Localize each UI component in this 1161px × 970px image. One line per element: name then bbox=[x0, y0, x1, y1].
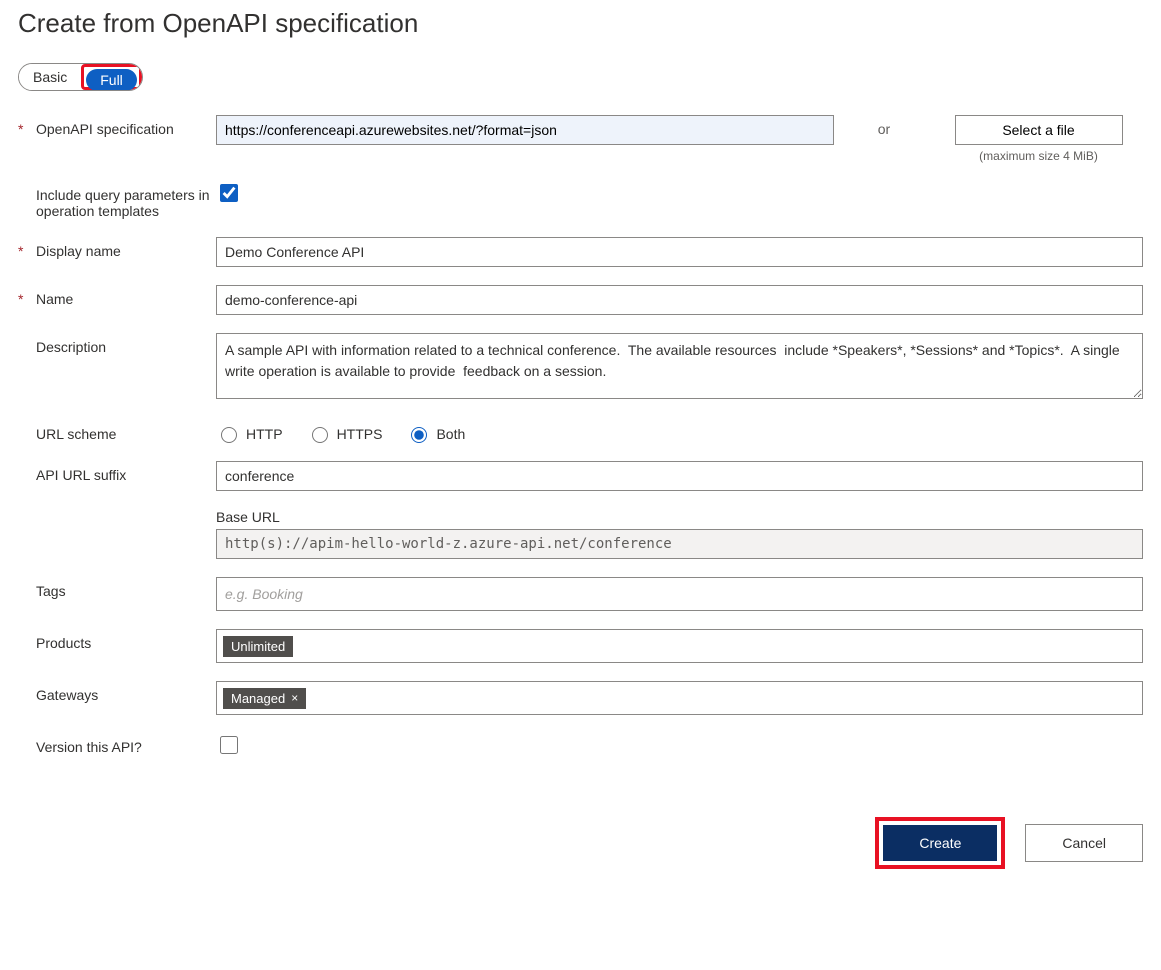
highlight-create: Create bbox=[875, 817, 1005, 869]
version-checkbox[interactable] bbox=[220, 736, 238, 754]
base-url-input bbox=[216, 529, 1143, 559]
select-file-button[interactable]: Select a file bbox=[955, 115, 1123, 145]
gateway-chip[interactable]: Managed × bbox=[223, 688, 306, 709]
url-scheme-label: URL scheme bbox=[36, 420, 216, 442]
gateways-label: Gateways bbox=[36, 681, 216, 703]
description-textarea[interactable]: A sample API with information related to… bbox=[216, 333, 1143, 399]
close-icon[interactable]: × bbox=[291, 691, 298, 705]
display-name-label: Display name bbox=[36, 237, 216, 259]
cancel-button[interactable]: Cancel bbox=[1025, 824, 1143, 862]
file-size-hint: (maximum size 4 MiB) bbox=[934, 149, 1143, 163]
display-name-input[interactable] bbox=[216, 237, 1143, 267]
description-label: Description bbox=[36, 333, 216, 355]
openapi-spec-input[interactable] bbox=[216, 115, 834, 145]
api-url-suffix-input[interactable] bbox=[216, 461, 1143, 491]
products-input[interactable]: Unlimited bbox=[216, 629, 1143, 663]
tags-placeholder: e.g. Booking bbox=[223, 586, 303, 602]
products-label: Products bbox=[36, 629, 216, 651]
toggle-basic[interactable]: Basic bbox=[19, 64, 81, 90]
api-url-suffix-label: API URL suffix bbox=[36, 461, 216, 483]
name-input[interactable] bbox=[216, 285, 1143, 315]
name-label: Name bbox=[36, 285, 216, 307]
version-label: Version this API? bbox=[36, 733, 216, 755]
openapi-spec-label: OpenAPI specification bbox=[36, 115, 216, 137]
include-query-checkbox[interactable] bbox=[220, 184, 238, 202]
page-title: Create from OpenAPI specification bbox=[18, 8, 1143, 39]
tags-input[interactable]: e.g. Booking bbox=[216, 577, 1143, 611]
create-button[interactable]: Create bbox=[883, 825, 997, 861]
gateways-input[interactable]: Managed × bbox=[216, 681, 1143, 715]
radio-http[interactable]: HTTP bbox=[216, 424, 283, 443]
include-query-label: Include query parameters in operation te… bbox=[36, 181, 216, 219]
required-marker: * bbox=[18, 237, 36, 259]
or-text: or bbox=[834, 115, 934, 137]
required-marker: * bbox=[18, 285, 36, 307]
highlight-full: Full bbox=[81, 64, 142, 90]
tags-label: Tags bbox=[36, 577, 216, 599]
product-chip[interactable]: Unlimited bbox=[223, 636, 293, 657]
radio-https[interactable]: HTTPS bbox=[307, 424, 383, 443]
mode-toggle: Basic Full bbox=[18, 63, 143, 91]
base-url-label: Base URL bbox=[216, 509, 1143, 525]
radio-both[interactable]: Both bbox=[406, 424, 465, 443]
toggle-full[interactable]: Full bbox=[86, 69, 137, 91]
required-marker: * bbox=[18, 115, 36, 137]
